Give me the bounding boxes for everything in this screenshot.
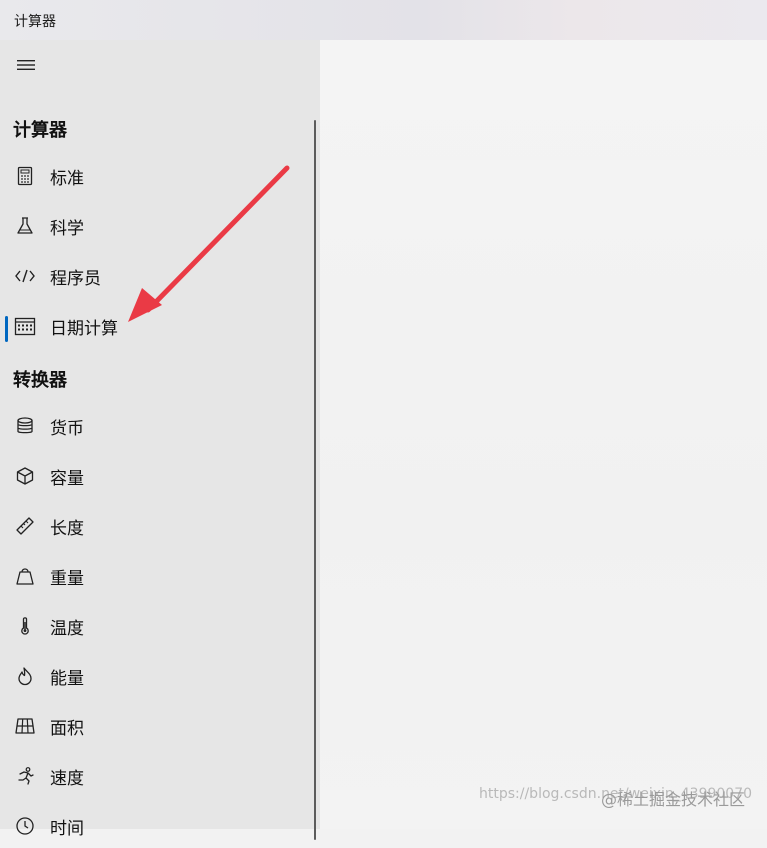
nav-item-speed[interactable]: 速度 <box>0 754 300 798</box>
clock-icon <box>14 815 36 837</box>
nav-item-label: 容量 <box>50 468 84 489</box>
nav-item-label: 标准 <box>50 168 84 189</box>
runner-icon <box>14 765 36 787</box>
nav-item-label: 货币 <box>50 418 84 439</box>
flame-icon <box>14 665 36 687</box>
nav-item-label: 温度 <box>50 618 84 639</box>
hamburger-icon <box>17 60 35 70</box>
app-title: 计算器 <box>14 14 56 30</box>
calendar-icon <box>14 315 36 337</box>
nav-item-time[interactable]: 时间 <box>0 804 300 848</box>
grid-icon <box>14 715 36 737</box>
nav-item-label: 重量 <box>50 568 84 589</box>
calculator-icon <box>14 165 36 187</box>
selection-indicator <box>5 316 8 342</box>
nav-item-label: 科学 <box>50 218 84 239</box>
nav-item-weight[interactable]: 重量 <box>0 554 300 598</box>
section-header-calculator: 计算器 <box>13 120 67 141</box>
nav-item-label: 速度 <box>50 768 84 789</box>
nav-item-temperature[interactable]: 温度 <box>0 604 300 648</box>
nav-item-volume[interactable]: 容量 <box>0 454 300 498</box>
flask-icon <box>14 215 36 237</box>
weight-icon <box>14 565 36 587</box>
nav-scrollbar[interactable] <box>314 120 316 840</box>
watermark-overlay: @稀土掘金技术社区 <box>601 786 745 810</box>
nav-item-label: 时间 <box>50 818 84 839</box>
ruler-icon <box>14 515 36 537</box>
coins-icon <box>14 415 36 437</box>
nav-item-label: 程序员 <box>50 268 101 289</box>
cube-icon <box>14 465 36 487</box>
nav-item-energy[interactable]: 能量 <box>0 654 300 698</box>
annotation-arrow <box>128 165 290 322</box>
main-content-area <box>320 40 767 829</box>
menu-button[interactable] <box>8 50 44 80</box>
nav-item-label: 日期计算 <box>50 318 118 339</box>
watermark-brand: @稀土掘金技术社区 <box>601 790 746 809</box>
navigation-pane: 计算器 标准 科学 程序员 日期计算 转换器 货币 容量 长度 重量 温度 能量… <box>0 40 320 840</box>
code-icon <box>14 265 36 287</box>
nav-item-label: 能量 <box>50 668 84 689</box>
nav-item-label: 面积 <box>50 718 84 739</box>
nav-item-currency[interactable]: 货币 <box>0 404 300 448</box>
title-bar: 计算器 <box>0 0 767 40</box>
thermometer-icon <box>14 615 36 637</box>
nav-item-label: 长度 <box>50 518 84 539</box>
section-header-converter: 转换器 <box>13 370 67 391</box>
nav-item-area[interactable]: 面积 <box>0 704 300 748</box>
nav-item-length[interactable]: 长度 <box>0 504 300 548</box>
